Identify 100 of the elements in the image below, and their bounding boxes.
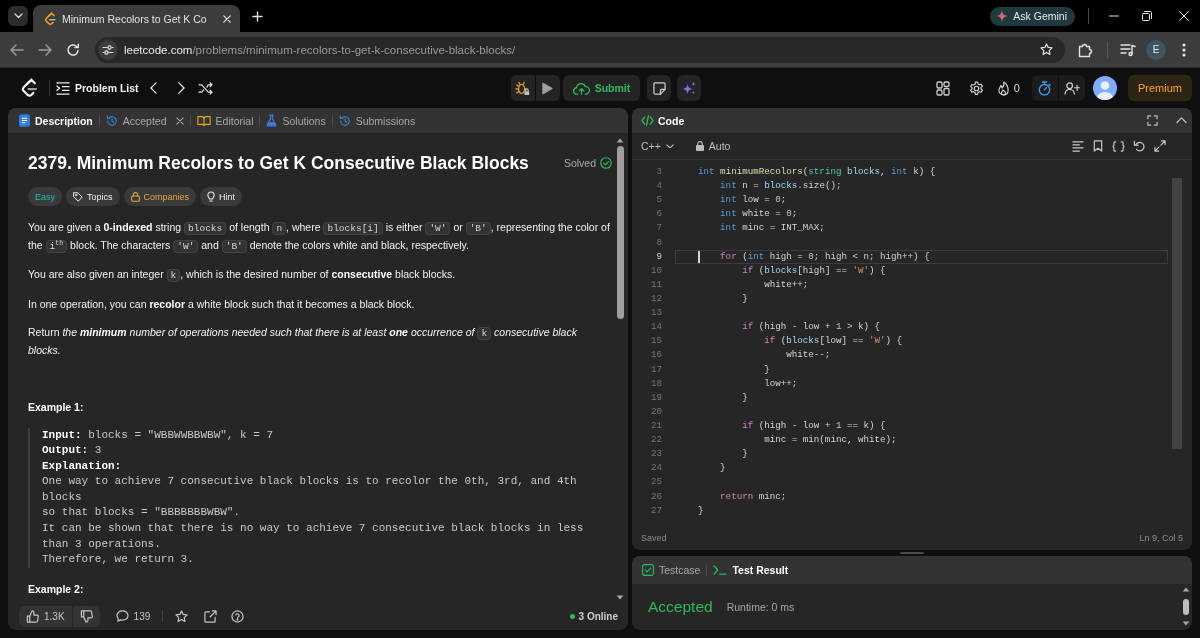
comments-button[interactable]: 139 [115, 610, 151, 622]
cloud-upload-icon [572, 81, 590, 95]
bug-icon [515, 80, 531, 96]
line-number: 16 [649, 348, 662, 363]
expand-icon[interactable] [1154, 140, 1166, 152]
code-line: white--; [785, 348, 832, 363]
bookmark-icon[interactable] [1093, 140, 1103, 152]
stopwatch-icon [1038, 80, 1052, 96]
terminal-icon [713, 565, 728, 575]
line-number: 17 [649, 362, 662, 377]
language-dropdown[interactable]: C++ [641, 140, 674, 152]
thumbs-up-icon [26, 609, 39, 623]
dislike-button[interactable] [72, 605, 100, 627]
submissions-tab[interactable]: Submissions [332, 110, 422, 131]
line-number: 23 [649, 447, 662, 462]
fullscreen-icon[interactable] [1147, 115, 1158, 126]
line-number: 3 [655, 165, 662, 179]
profile-button[interactable]: E [1146, 39, 1166, 60]
scroll-down-icon[interactable] [1182, 621, 1190, 626]
star-icon[interactable] [175, 609, 189, 623]
code-line: } [741, 292, 749, 306]
code-line: } [697, 503, 705, 518]
comment-icon [115, 610, 129, 622]
chevron-left-icon[interactable] [149, 82, 157, 94]
problem-paragraph: In one operation, you can recolor a white block such that it becomes a black block. [28, 296, 416, 312]
chevron-up-icon[interactable] [1176, 117, 1187, 124]
testcase-tab[interactable]: Testcase [642, 564, 701, 576]
braces-icon[interactable] [1112, 140, 1125, 152]
companies-button[interactable]: Companies [123, 187, 197, 206]
back-icon[interactable] [10, 43, 24, 56]
result-tab[interactable]: Test Result [713, 564, 789, 576]
code-line: if (high - low + 1 > k) { [741, 320, 882, 335]
share-icon[interactable] [204, 609, 218, 623]
hint-button[interactable]: Hint [200, 187, 243, 206]
undo-icon[interactable] [1133, 140, 1145, 152]
scroll-up-icon[interactable] [1182, 587, 1190, 592]
document-icon [19, 114, 30, 127]
online-dot-icon [569, 613, 575, 619]
format-icon[interactable] [1072, 140, 1084, 152]
problem-list-button[interactable]: Problem List [56, 81, 139, 95]
text-cursor [698, 250, 700, 263]
note-button[interactable] [647, 75, 672, 101]
auto-mode-button[interactable]: Auto [695, 140, 731, 152]
address-bar[interactable]: leetcode.com/problems/minimum-recolors-to-get-k-consecutive-black-blocks/ [95, 36, 1065, 63]
line-number: 6 [655, 207, 662, 222]
line-number: 11 [649, 277, 662, 292]
line-number: 22 [649, 433, 662, 448]
chevron-down-icon [13, 13, 23, 19]
submit-button[interactable]: Submit [562, 75, 641, 101]
layout-icon[interactable] [935, 80, 950, 96]
avatar-icon[interactable] [1093, 76, 1117, 100]
book-icon [196, 114, 211, 127]
code-line: } [741, 390, 749, 405]
reload-icon[interactable] [66, 42, 80, 57]
solutions-tab[interactable]: Solutions [260, 110, 332, 131]
ai-button[interactable] [677, 75, 702, 101]
example-line: Output: 3 [42, 443, 103, 459]
run-button[interactable] [535, 75, 560, 101]
settings-icon[interactable] [968, 80, 984, 96]
add-friend-button[interactable] [1059, 75, 1085, 101]
lightbulb-icon [207, 191, 216, 202]
like-button[interactable]: 1.3K [19, 605, 72, 627]
panel-title: Code [658, 114, 685, 127]
line-number: 25 [649, 475, 662, 490]
premium-button[interactable]: Premium [1128, 75, 1192, 101]
forward-icon[interactable] [38, 43, 52, 56]
star-icon[interactable] [1040, 43, 1053, 56]
code-line: if (blocks[high] == 'W') { [741, 263, 887, 278]
tab-list-button[interactable] [8, 6, 28, 26]
help-icon[interactable] [231, 609, 245, 623]
puzzle-icon[interactable] [1077, 41, 1093, 58]
menu-icon[interactable] [1182, 42, 1186, 57]
code-line: int minc = INT_MAX; [719, 221, 826, 236]
site-info-icon[interactable] [98, 39, 118, 60]
line-number: 9 [655, 249, 662, 264]
ask-gemini-button[interactable]: Ask Gemini [990, 6, 1075, 26]
chevron-right-icon[interactable] [177, 82, 185, 94]
example-line: Input: blocks = "WBBWWBBWBW", k = 7 [42, 427, 275, 443]
line-number: 18 [649, 376, 662, 391]
accepted-tab[interactable]: Accepted [99, 110, 190, 131]
scrollbar-thumb[interactable] [616, 146, 624, 319]
tag-icon [73, 191, 83, 202]
timer-button[interactable] [1032, 75, 1058, 101]
debug-button[interactable] [510, 75, 535, 101]
shuffle-icon[interactable] [197, 81, 213, 95]
restore-icon[interactable] [1142, 11, 1152, 21]
play-icon [542, 81, 554, 95]
scroll-down-icon[interactable] [616, 595, 624, 600]
scrollbar-thumb[interactable] [1172, 178, 1182, 449]
scrollbar-thumb[interactable] [1183, 598, 1189, 615]
scroll-up-icon[interactable] [616, 138, 624, 143]
streak-button[interactable]: 0 [997, 80, 1020, 96]
resize-handle[interactable] [900, 552, 924, 554]
media-icon[interactable] [1120, 42, 1136, 57]
logo-icon[interactable] [20, 78, 38, 98]
topics-button[interactable]: Topics [66, 187, 120, 206]
editorial-tab[interactable]: Editorial [190, 110, 260, 131]
description-tab[interactable]: Description [13, 110, 99, 131]
plus-icon[interactable] [251, 10, 263, 22]
sparkle-icon [996, 10, 1009, 22]
